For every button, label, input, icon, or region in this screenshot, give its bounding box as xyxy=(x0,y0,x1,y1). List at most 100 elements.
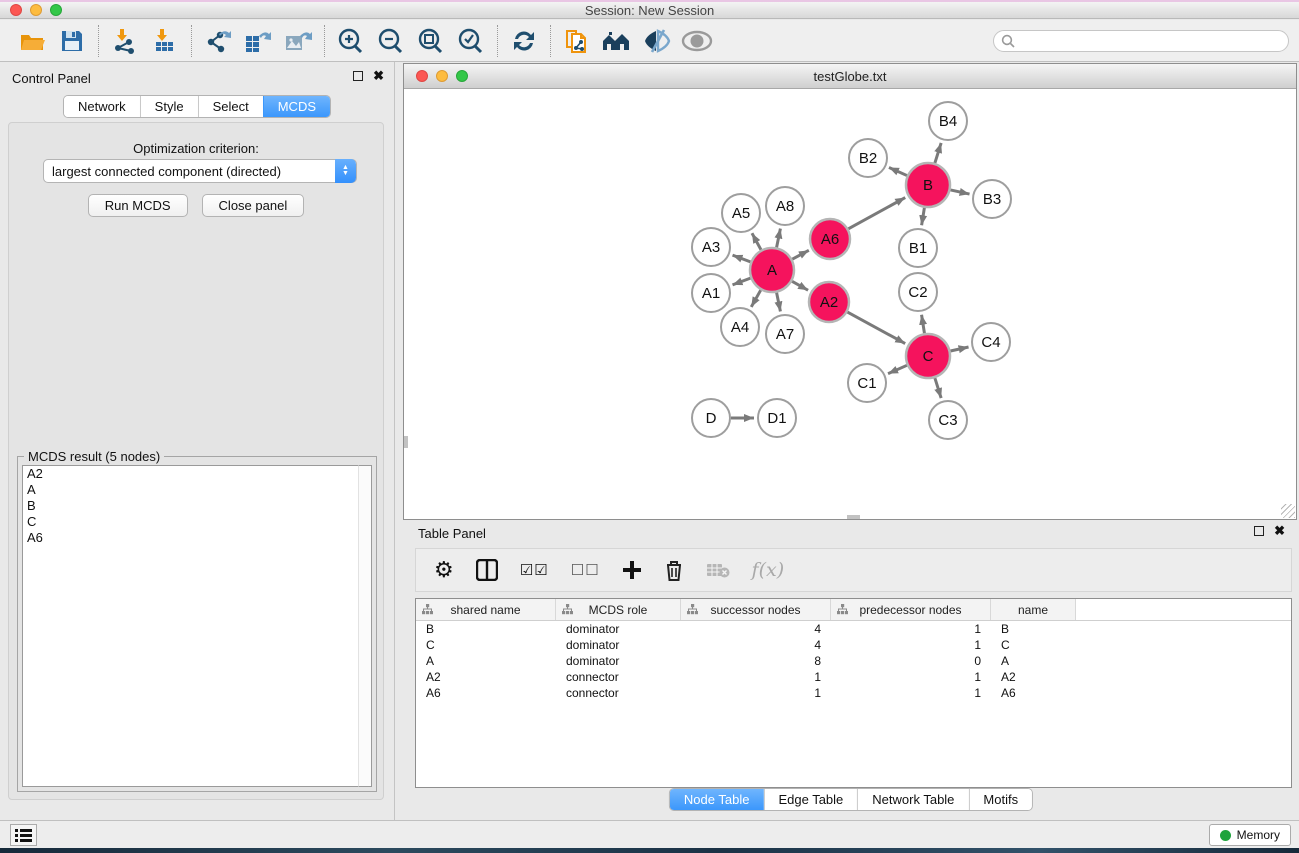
graph-edge[interactable] xyxy=(792,250,809,259)
mcds-result-item[interactable]: A2 xyxy=(23,466,358,482)
graph-edge[interactable] xyxy=(777,293,781,312)
table-cell[interactable]: 1 xyxy=(831,669,991,685)
graph-node-B2[interactable]: B2 xyxy=(849,139,887,177)
table-cell[interactable]: C xyxy=(991,637,1076,653)
zoom-fit-icon[interactable] xyxy=(411,24,451,58)
column-header[interactable]: shared name xyxy=(416,599,556,620)
table-cell[interactable]: A xyxy=(991,653,1076,669)
zoom-selected-icon[interactable] xyxy=(451,24,491,58)
graph-node-C1[interactable]: C1 xyxy=(848,364,886,402)
first-neighbors-icon[interactable] xyxy=(597,24,637,58)
table-cell[interactable]: A6 xyxy=(991,685,1076,701)
graph-node-C4[interactable]: C4 xyxy=(972,323,1010,361)
table-cell[interactable]: 0 xyxy=(831,653,991,669)
delete-table-icon[interactable] xyxy=(706,555,730,585)
table-cell[interactable]: B xyxy=(991,621,1076,637)
result-scrollbar[interactable] xyxy=(358,465,372,787)
deselect-all-icon[interactable]: ☐☐ xyxy=(571,555,600,585)
export-network-icon[interactable] xyxy=(198,24,238,58)
graph-node-A3[interactable]: A3 xyxy=(692,228,730,266)
add-column-icon[interactable] xyxy=(622,555,642,585)
show-details-eye-icon[interactable] xyxy=(677,24,717,58)
graph-node-D[interactable]: D xyxy=(692,399,730,437)
table-cell[interactable]: B xyxy=(416,621,556,637)
graph-node-A2[interactable]: A2 xyxy=(809,282,849,322)
import-table-icon[interactable] xyxy=(145,24,185,58)
column-header[interactable]: successor nodes xyxy=(681,599,831,620)
table-row[interactable]: A6connector11A6 xyxy=(416,685,1291,701)
table-settings-icon[interactable]: ⚙ xyxy=(434,555,454,585)
tab-select[interactable]: Select xyxy=(198,96,263,117)
graph-node-A5[interactable]: A5 xyxy=(722,194,760,232)
show-column-icon[interactable] xyxy=(476,555,498,585)
delete-column-icon[interactable] xyxy=(664,555,684,585)
graph-edge[interactable] xyxy=(751,290,760,307)
table-cell[interactable]: 1 xyxy=(831,685,991,701)
table-cell[interactable]: A2 xyxy=(991,669,1076,685)
close-table-panel-icon[interactable]: ✖ xyxy=(1274,526,1285,536)
table-cell[interactable]: 1 xyxy=(831,621,991,637)
export-table-icon[interactable] xyxy=(238,24,278,58)
resize-grip-icon[interactable] xyxy=(1281,504,1295,518)
graph-edge[interactable] xyxy=(752,233,761,250)
table-cell[interactable]: connector xyxy=(556,669,681,685)
save-session-icon[interactable] xyxy=(52,24,92,58)
network-graph[interactable]: B4B2BB3A8A5A6A3B1AA1C2A2A4A7C4CC1DD1C3 xyxy=(404,89,1296,519)
graph-edge[interactable] xyxy=(889,167,907,175)
import-network-icon[interactable] xyxy=(105,24,145,58)
graph-node-A1[interactable]: A1 xyxy=(692,274,730,312)
tab-style[interactable]: Style xyxy=(140,96,198,117)
hide-details-icon[interactable] xyxy=(637,24,677,58)
table-cell[interactable]: 1 xyxy=(681,669,831,685)
table-cell[interactable]: 4 xyxy=(681,621,831,637)
close-panel-icon[interactable]: ✖ xyxy=(373,71,384,81)
table-cell[interactable]: 1 xyxy=(831,637,991,653)
network-canvas[interactable]: B4B2BB3A8A5A6A3B1AA1C2A2A4A7C4CC1DD1C3 xyxy=(404,89,1296,519)
table-row[interactable]: Cdominator41C xyxy=(416,637,1291,653)
tab-mcds[interactable]: MCDS xyxy=(263,96,330,117)
graph-node-D1[interactable]: D1 xyxy=(758,399,796,437)
graph-node-B1[interactable]: B1 xyxy=(899,229,937,267)
table-cell[interactable]: 1 xyxy=(681,685,831,701)
graph-edge[interactable] xyxy=(848,198,905,229)
graph-edge[interactable] xyxy=(950,347,968,351)
duplicate-network-icon[interactable] xyxy=(557,24,597,58)
network-window-titlebar[interactable]: testGlobe.txt xyxy=(404,64,1296,89)
column-header[interactable]: name xyxy=(991,599,1076,620)
table-cell[interactable]: A xyxy=(416,653,556,669)
mcds-result-item[interactable]: A6 xyxy=(23,530,358,546)
canvas-vscroll-thumb[interactable] xyxy=(404,436,408,448)
graph-edge[interactable] xyxy=(733,255,751,262)
mcds-result-item[interactable]: A xyxy=(23,482,358,498)
mcds-result-item[interactable]: C xyxy=(23,514,358,530)
function-builder-icon[interactable]: f(x) xyxy=(752,555,785,585)
graph-node-A[interactable]: A xyxy=(750,248,794,292)
graph-edge[interactable] xyxy=(733,278,751,285)
column-header[interactable]: predecessor nodes xyxy=(831,599,991,620)
export-image-icon[interactable] xyxy=(278,24,318,58)
table-row[interactable]: Bdominator41B xyxy=(416,621,1291,637)
graph-edge[interactable] xyxy=(847,312,905,343)
memory-button[interactable]: Memory xyxy=(1209,824,1291,846)
column-header[interactable]: MCDS role xyxy=(556,599,681,620)
table-cell[interactable]: C xyxy=(416,637,556,653)
table-cell[interactable]: A6 xyxy=(416,685,556,701)
graph-node-C3[interactable]: C3 xyxy=(929,401,967,439)
canvas-hscroll-thumb[interactable] xyxy=(847,515,860,519)
select-all-icon[interactable]: ☑☑ xyxy=(520,555,549,585)
run-mcds-button[interactable]: Run MCDS xyxy=(88,194,188,217)
tab-motifs[interactable]: Motifs xyxy=(968,789,1032,810)
graph-node-A8[interactable]: A8 xyxy=(766,187,804,225)
task-history-button[interactable] xyxy=(10,824,37,846)
graph-edge[interactable] xyxy=(935,143,941,163)
graph-node-B[interactable]: B xyxy=(906,163,950,207)
zoom-in-icon[interactable] xyxy=(331,24,371,58)
graph-node-B4[interactable]: B4 xyxy=(929,102,967,140)
tab-network[interactable]: Network xyxy=(64,96,140,117)
table-cell[interactable]: dominator xyxy=(556,653,681,669)
graph-node-C[interactable]: C xyxy=(906,334,950,378)
graph-edge[interactable] xyxy=(935,378,941,398)
table-cell[interactable]: A2 xyxy=(416,669,556,685)
float-panel-icon[interactable] xyxy=(353,71,363,81)
graph-edge[interactable] xyxy=(950,190,969,194)
